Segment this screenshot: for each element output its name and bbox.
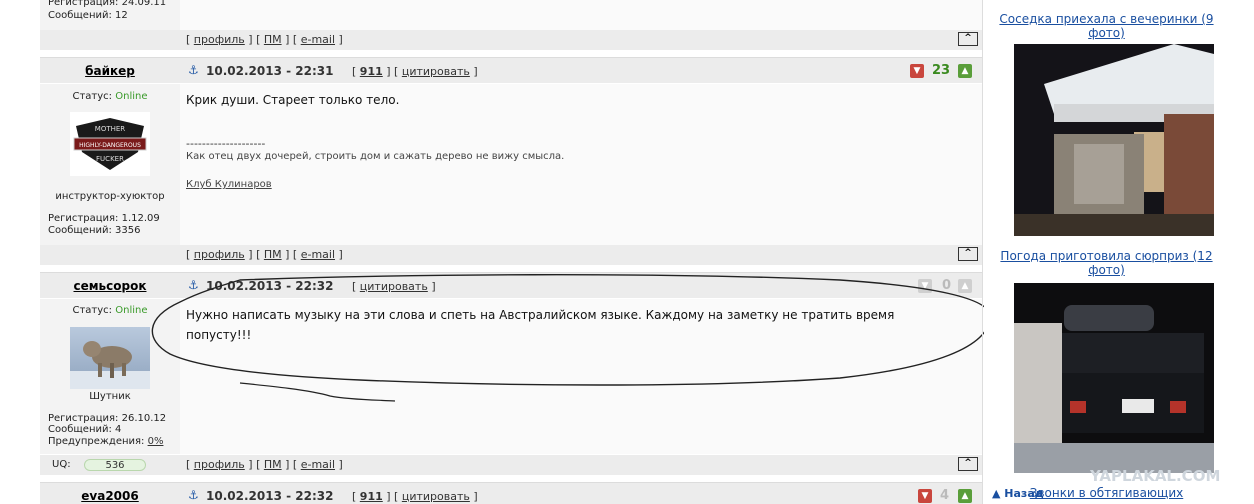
post-header: байкер ⚓ 10.02.2013 - 22:31 [ 911 ] [ ци… — [40, 57, 982, 83]
post-date: 10.02.2013 - 22:32 — [206, 489, 334, 503]
sidebar-thumbnail-car[interactable] — [1014, 283, 1214, 473]
post-footer-links: [ профиль ] [ ПМ ] [ e-mail ] — [186, 458, 343, 471]
uq-value: 536 — [84, 459, 146, 471]
lynx-avatar — [70, 341, 150, 389]
pm-link[interactable]: ПМ — [264, 248, 282, 261]
post-footer-links: [ профиль ] [ ПМ ] [ e-mail ] — [186, 248, 343, 261]
sidebar-divider — [982, 0, 983, 504]
quote-link[interactable]: цитировать — [402, 65, 470, 78]
user-message-count: Сообщений: 4 — [48, 424, 122, 435]
thumb-down-icon[interactable]: ▼ — [918, 489, 932, 503]
avatar-text-top: MOTHER — [95, 125, 126, 133]
rating-score: 4 — [940, 488, 950, 503]
profile-link[interactable]: профиль — [194, 458, 245, 471]
email-link[interactable]: e-mail — [301, 33, 335, 46]
scroll-top-button[interactable]: ^ — [958, 457, 978, 471]
post-footer-links: [ профиль ] [ ПМ ] [ e-mail ] — [186, 33, 343, 46]
reputation-link[interactable]: 911 — [360, 65, 383, 78]
sidebar-link-weather[interactable]: Погода приготовила сюрприз (12 фото) — [984, 249, 1229, 277]
author-name[interactable]: байкер — [40, 64, 180, 78]
hand-drawn-circle-annotation — [151, 274, 991, 402]
rating-score: 23 — [932, 63, 951, 78]
sidebar-link-neighbor[interactable]: Соседка приехала с вечеринки (9 фото) — [984, 12, 1229, 40]
user-warnings: Предупреждения: 0% — [48, 436, 164, 447]
user-message-count: Сообщений: 3356 — [48, 225, 141, 236]
profile-link[interactable]: профиль — [194, 248, 245, 261]
sidebar-thumbnail-house[interactable] — [1014, 44, 1214, 236]
sidebar: Соседка приехала с вечеринки (9 фото) По… — [984, 0, 1254, 504]
avatar: MOTHER HIGHLY-DANGEROUS FUCKER — [70, 112, 150, 176]
pm-link[interactable]: ПМ — [264, 33, 282, 46]
status-online: Online — [115, 91, 148, 102]
user-pane: Статус: Online MOTHER HIGHLY-DANGEROUS F… — [40, 84, 180, 246]
pm-link[interactable]: ПМ — [264, 458, 282, 471]
harley-logo-avatar: MOTHER HIGHLY-DANGEROUS FUCKER — [73, 118, 147, 170]
profile-link[interactable]: профиль — [194, 33, 245, 46]
reputation-link[interactable]: 911 — [360, 490, 383, 503]
email-link[interactable]: e-mail — [301, 248, 335, 261]
post-actions: [ 911 ] [ цитировать ] — [352, 490, 478, 503]
user-pane: Регистрация: 24.09.11 Сообщений: 12 — [40, 0, 180, 30]
user-rank: инструктор-хуюктор — [55, 191, 165, 202]
anchor-icon[interactable]: ⚓ — [188, 489, 200, 502]
scroll-top-button[interactable]: ^ — [958, 247, 978, 261]
signature-text: Как отец двух дочерей, строить дом и саж… — [186, 151, 565, 162]
scroll-top-button[interactable]: ^ — [958, 32, 978, 46]
avatar-text-bottom: FUCKER — [96, 155, 124, 163]
avatar — [70, 327, 150, 389]
post-rating: ▼ 4 ▲ — [918, 488, 980, 504]
user-registration: Регистрация: 24.09.11 — [48, 0, 167, 8]
anchor-icon[interactable]: ⚓ — [188, 64, 200, 77]
site-watermark: YAPLAKAL.COM — [1090, 467, 1221, 485]
arrow-up-icon: ▲ — [992, 487, 1005, 500]
house-photo — [1014, 44, 1214, 236]
author-name[interactable]: eva2006 — [40, 489, 180, 503]
page: Регистрация: 24.09.11 Сообщений: 12 [ пр… — [0, 0, 1254, 504]
post-footer: UQ: 536 [ профиль ] [ ПМ ] [ e-mail ] ^ — [40, 455, 982, 475]
post-actions: [ 911 ] [ цитировать ] — [352, 65, 478, 78]
post-header: eva2006 ⚓ 10.02.2013 - 22:32 [ 911 ] [ ц… — [40, 482, 982, 504]
quote-link[interactable]: цитировать — [402, 490, 470, 503]
post-date: 10.02.2013 - 22:31 — [206, 64, 334, 78]
user-registration: Регистрация: 1.12.09 — [48, 213, 160, 224]
thumb-up-icon[interactable]: ▲ — [958, 489, 972, 503]
post-body: Статус: Online MOTHER HIGHLY-DANGEROUS F… — [40, 84, 982, 246]
thumb-down-icon[interactable]: ▼ — [910, 64, 924, 78]
signature-link[interactable]: Клуб Кулинаров — [186, 179, 272, 190]
forum-thread: Регистрация: 24.09.11 Сообщений: 12 [ пр… — [40, 0, 991, 504]
uq-label: UQ: — [52, 459, 71, 470]
email-link[interactable]: e-mail — [301, 458, 335, 471]
prev-nav-link[interactable]: ▲ Назад — [992, 487, 1044, 500]
post-footer: [ профиль ] [ ПМ ] [ e-mail ] ^ — [40, 245, 982, 265]
post-text: Крик души. Стареет только тело. — [186, 93, 400, 107]
thumb-up-icon[interactable]: ▲ — [958, 64, 972, 78]
user-message-count: Сообщений: 12 — [48, 10, 128, 21]
user-status: Статус: Online — [72, 91, 148, 102]
car-photo — [1014, 283, 1214, 473]
previous-post-body: Регистрация: 24.09.11 Сообщений: 12 — [40, 0, 982, 30]
avatar-text-middle: HIGHLY-DANGEROUS — [79, 142, 141, 149]
user-registration: Регистрация: 26.10.12 — [48, 413, 167, 424]
warnings-link[interactable]: 0% — [148, 436, 164, 447]
post-rating: ▼ 23 ▲ — [910, 63, 980, 84]
post-footer: [ профиль ] [ ПМ ] [ e-mail ] ^ — [40, 30, 982, 50]
signature-separator: -------------------- — [186, 137, 266, 150]
